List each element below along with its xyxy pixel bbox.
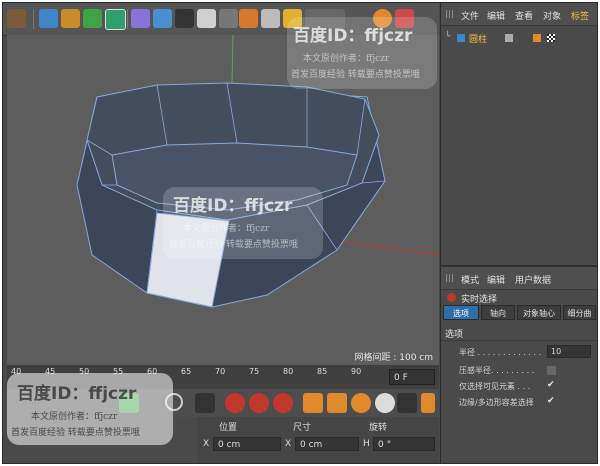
cinema4d-window: 网格间距 : 100 cm 40 45 50 55 60 65 70 75 80… — [2, 2, 598, 464]
watermark-author: 本文原创作者：ffjczr — [183, 224, 270, 234]
move-key-icon[interactable] — [303, 393, 323, 413]
x-axis-label: X — [203, 439, 210, 449]
watermark-author: 本文原创作者：ffjczr — [303, 54, 390, 64]
object-row-cylinder[interactable]: └ 圆柱 — [441, 32, 597, 46]
tick-label: 85 — [317, 367, 328, 376]
tab-axis[interactable]: 轴向 — [481, 305, 515, 320]
attributes-menu-bar: 模式 编辑 用户数据 — [441, 267, 597, 290]
rotate-key-icon[interactable] — [351, 393, 371, 413]
h-axis-label: H — [363, 439, 370, 449]
param-key-icon[interactable] — [375, 393, 395, 413]
green-primitive-icon[interactable] — [83, 9, 102, 28]
size-header: 尺寸 — [293, 423, 312, 433]
current-frame-field[interactable]: 0 F — [389, 369, 435, 385]
menu-object[interactable]: 对象 — [543, 9, 561, 22]
point-key-icon[interactable] — [397, 393, 417, 413]
tab-object-axis[interactable]: 对象轴心 — [517, 305, 561, 320]
tick-label: 65 — [181, 367, 192, 376]
watermark-id: 百度ID：ffjczr — [293, 26, 413, 46]
checker-tag-icon[interactable] — [547, 34, 555, 42]
tolerance-checkbox[interactable]: ✔ — [547, 397, 556, 406]
light-icon[interactable] — [197, 9, 216, 28]
menu-mode[interactable]: 模式 — [461, 273, 479, 286]
menu-file[interactable]: 文件 — [461, 9, 479, 22]
radius-row: 半径 . . . . . . . . . . . . . 10 — [441, 345, 597, 361]
tag-icon[interactable] — [239, 9, 258, 28]
autokey-button[interactable] — [249, 393, 269, 413]
objects-menu-bar: 文件 编辑 查看 对象 标签 — [441, 3, 597, 26]
phong-tag-icon[interactable] — [533, 34, 541, 42]
tab-options[interactable]: 选项 — [443, 305, 479, 320]
tick-label: 80 — [283, 367, 294, 376]
attributes-manager: 模式 编辑 用户数据 实时选择 选项 轴向 对象轴心 细分曲 选项 半径 . .… — [440, 265, 597, 463]
watermark-author: 本文原创作者：ffjczr — [31, 412, 118, 422]
watermark-id: 百度ID：ffjczr — [17, 384, 137, 404]
section-heading: 选项 — [445, 330, 464, 340]
section-divider — [441, 340, 597, 341]
figure-icon[interactable] — [219, 9, 238, 28]
tree-line-icon: └ — [445, 32, 451, 42]
toolbar-divider — [33, 9, 34, 29]
cube-icon[interactable] — [39, 9, 58, 28]
end-frame-button[interactable] — [195, 393, 215, 413]
cylinder-icon — [457, 34, 465, 42]
key-help-button[interactable] — [273, 393, 293, 413]
rotation-header: 旋转 — [369, 423, 388, 433]
radius-label: 半径 . . . . . . . . . . . . . — [459, 348, 542, 357]
layer-icon[interactable] — [505, 34, 513, 42]
tolerance-label: 边缘/多边形容差选择 — [459, 398, 534, 407]
watermark-notice: 首发百度经验 转载要点赞投票哦 — [291, 70, 420, 80]
x-axis-label: X — [285, 439, 292, 449]
pressure-radius-label: 压感半径. . . . . . . . . — [459, 366, 535, 375]
visible-only-label: 仅选择可见元素 . . . — [459, 382, 531, 391]
tick-label: 75 — [249, 367, 260, 376]
visible-only-checkbox[interactable]: ✔ — [547, 381, 556, 390]
undo-icon[interactable] — [7, 9, 26, 28]
scale-key-icon[interactable] — [327, 393, 347, 413]
visible-only-row: 仅选择可见元素 . . . ✔ — [441, 381, 597, 395]
camera-icon[interactable] — [175, 9, 194, 28]
objects-manager: 文件 编辑 查看 对象 标签 └ 圆柱 — [440, 3, 597, 265]
tick-label: 90 — [351, 367, 362, 376]
position-header: 位置 — [219, 423, 238, 433]
grid-spacing-label: 网格间距 : 100 cm — [354, 353, 433, 363]
tool-title: 实时选择 — [461, 295, 498, 305]
position-x-field[interactable]: 0 cm — [213, 437, 281, 451]
menu-edit[interactable]: 编辑 — [487, 9, 505, 22]
render-view-icon[interactable] — [261, 9, 280, 28]
size-x-field[interactable]: 0 cm — [295, 437, 359, 451]
menu-user-data[interactable]: 用户数据 — [515, 273, 551, 286]
coordinate-manager: 位置 尺寸 旋转 X 0 cm X 0 cm H 0 ° — [197, 417, 439, 463]
tick-label: 70 — [215, 367, 226, 376]
watermark-notice: 首发百度经验 转载要点赞投票哦 — [169, 240, 298, 250]
watermark-notice: 首发百度经验 转载要点赞投票哦 — [11, 428, 140, 438]
watermark-id: 百度ID：ffjczr — [173, 196, 293, 216]
grip-icon[interactable] — [446, 274, 454, 282]
pressure-radius-checkbox[interactable] — [547, 366, 556, 375]
menu-edit[interactable]: 编辑 — [487, 273, 505, 286]
timeline-icon[interactable] — [421, 393, 435, 413]
tab-subdivision[interactable]: 细分曲 — [563, 305, 596, 320]
attribute-tabs: 选项 轴向 对象轴心 细分曲 — [443, 305, 596, 321]
menu-tags[interactable]: 标签 — [571, 9, 589, 22]
rotation-h-field[interactable]: 0 ° — [373, 437, 435, 451]
grip-icon[interactable] — [446, 10, 454, 18]
pen-icon[interactable] — [61, 9, 80, 28]
array-icon[interactable] — [105, 9, 126, 30]
menu-view[interactable]: 查看 — [515, 9, 533, 22]
live-selection-icon — [447, 293, 456, 302]
record-key-button[interactable] — [225, 393, 245, 413]
object-name[interactable]: 圆柱 — [469, 32, 487, 45]
environment-icon[interactable] — [153, 9, 172, 28]
toolbar-divider — [127, 9, 128, 29]
tolerance-row: 边缘/多边形容差选择 ✔ — [441, 397, 597, 411]
deformer-icon[interactable] — [131, 9, 150, 28]
radius-field[interactable]: 10 — [547, 345, 591, 358]
pressure-radius-row: 压感半径. . . . . . . . . — [441, 365, 597, 379]
